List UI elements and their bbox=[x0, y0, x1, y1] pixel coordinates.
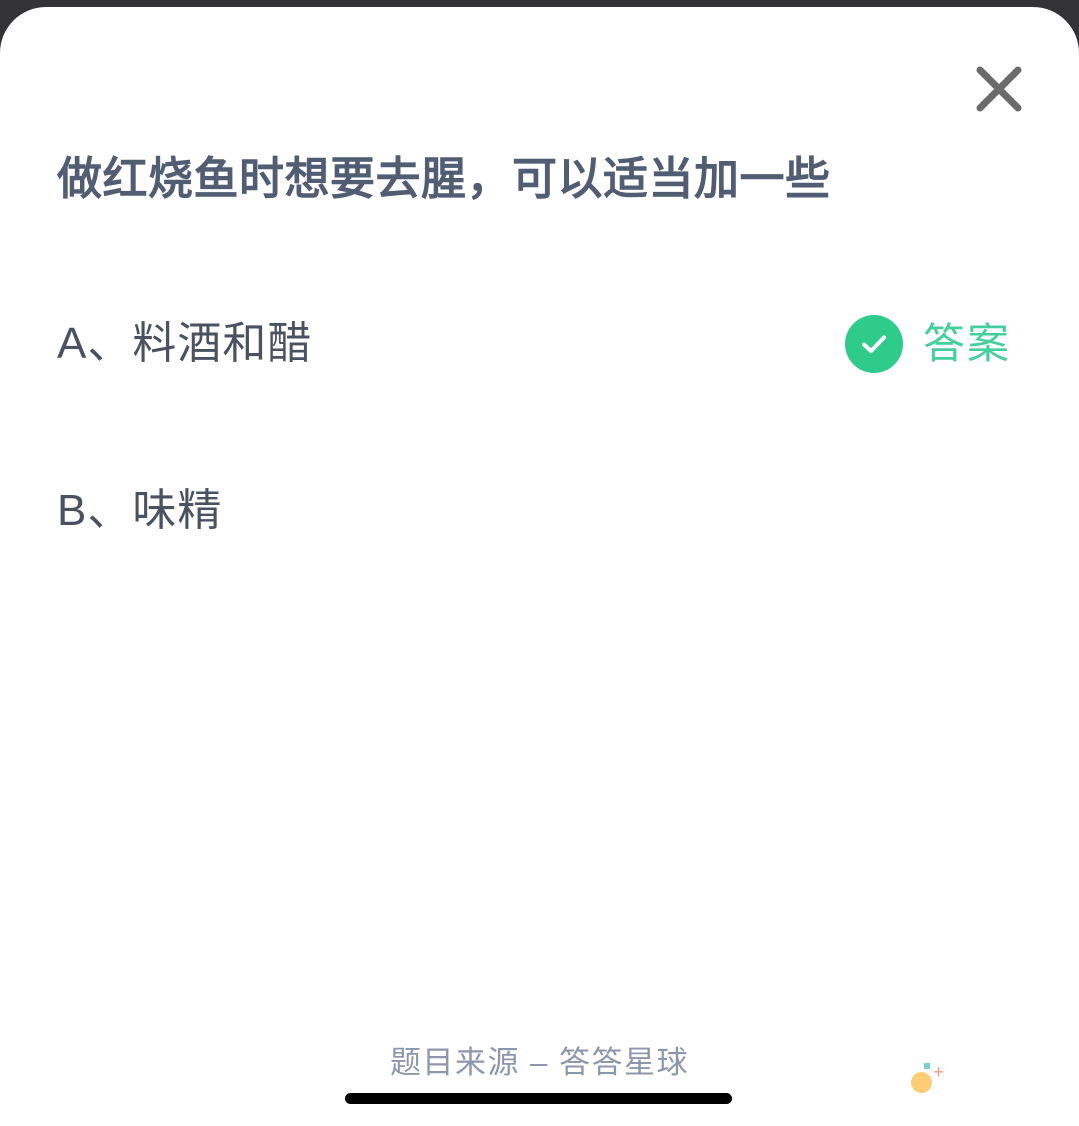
sparkle-dot-icon bbox=[911, 1072, 932, 1093]
option-row-b[interactable]: B、味精 bbox=[0, 476, 1079, 546]
phone-screen: 做红烧鱼时想要去腥，可以适当加一些 A、料酒和醋 答案 B、味精 题目来源 – … bbox=[0, 0, 1079, 1126]
close-icon[interactable] bbox=[961, 51, 1037, 127]
check-mark-icon bbox=[845, 315, 903, 373]
sparkle-square-icon bbox=[924, 1063, 930, 1069]
sparkle-plus-icon: + bbox=[933, 1062, 944, 1082]
option-b-label: B、味精 bbox=[57, 486, 223, 535]
quiz-card: 做红烧鱼时想要去腥，可以适当加一些 A、料酒和醋 答案 B、味精 题目来源 – … bbox=[0, 7, 1079, 1126]
page-title: 做红烧鱼时想要去腥，可以适当加一些 bbox=[57, 153, 831, 204]
answer-badge-label: 答案 bbox=[923, 320, 1012, 367]
option-a-label: A、料酒和醋 bbox=[57, 319, 313, 368]
answer-badge[interactable]: 答案 bbox=[845, 309, 1011, 379]
home-indicator bbox=[345, 1093, 732, 1104]
sparkle-decoration-icon: + bbox=[905, 1060, 951, 1100]
option-row-a[interactable]: A、料酒和醋 答案 bbox=[0, 309, 1079, 379]
